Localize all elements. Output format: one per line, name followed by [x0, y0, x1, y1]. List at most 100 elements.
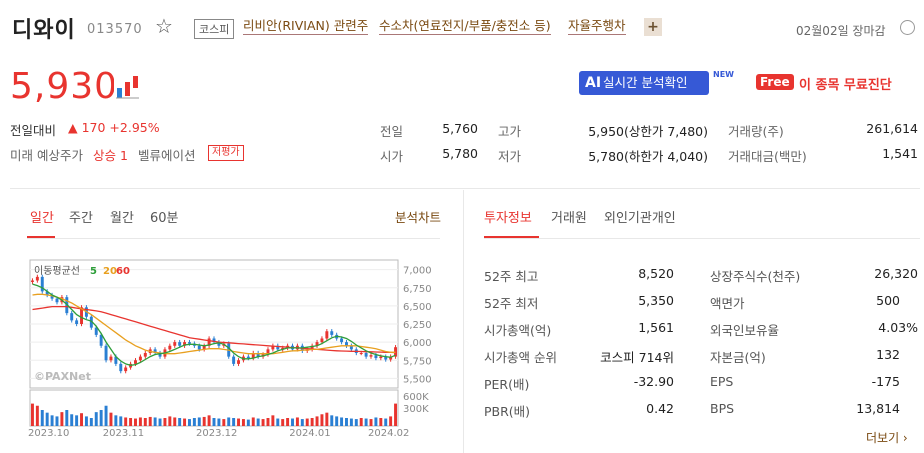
volume-bar [320, 414, 324, 426]
volume-bar [237, 418, 241, 426]
info-label: EPS [710, 374, 734, 389]
tab-monthly[interactable]: 월간 [110, 207, 134, 226]
tab-weekly[interactable]: 주간 [69, 207, 93, 226]
stock-code: 013570 [87, 22, 143, 37]
info-label: 액면가 [710, 296, 745, 311]
legend-label: 이동평균선 [34, 265, 80, 277]
volume-bar [187, 419, 191, 426]
candle-body [320, 338, 324, 343]
amount-value: 1,541 [882, 146, 918, 161]
x-tick-label: 2024.02 [368, 428, 409, 438]
refresh-icon[interactable] [900, 20, 915, 35]
future-price-value[interactable]: 상승 1 [93, 145, 128, 164]
candle-body [143, 353, 147, 357]
info-label: 52주 최고 [484, 269, 539, 284]
y-tick-label: 5,500 [403, 374, 432, 385]
volume-value: 261,614 [866, 121, 918, 136]
divider [27, 238, 440, 239]
theme-link-hydrogen[interactable]: 수소차(연료전지/부품/충전소 등) [379, 18, 551, 35]
candle-chart-icon[interactable] [114, 74, 140, 100]
volume-bar [286, 418, 290, 426]
info-label: PBR(배) [484, 404, 531, 419]
volume-bar [129, 418, 133, 426]
vertical-divider [463, 190, 464, 453]
add-theme-button[interactable]: + [644, 18, 662, 36]
future-price-label: 미래 예상주가 [10, 148, 83, 163]
free-badge[interactable]: Free [756, 74, 794, 90]
volume-bar [65, 410, 69, 426]
volume-bar [261, 419, 265, 426]
y-tick-label: 6,500 [403, 302, 432, 313]
volume-bar [104, 405, 108, 426]
info-label: 상장주식수(천주) [710, 269, 801, 284]
prev-close-value: 5,760 [442, 121, 478, 136]
volume-bar [212, 418, 216, 426]
volume-bar [256, 418, 260, 426]
volume-bar [354, 419, 358, 426]
low-value: 5,780(하한가 4,040) [588, 149, 708, 164]
amount-label: 거래대금(백만) [728, 149, 807, 164]
info-value: 0.42 [646, 401, 674, 416]
volume-bar [349, 418, 353, 426]
y-tick-label: 7,000 [403, 266, 432, 277]
candle-body [359, 353, 363, 354]
legend-ma-label: 60 [116, 266, 130, 277]
tab-60min[interactable]: 60분 [150, 207, 179, 226]
volume-bar [300, 419, 304, 426]
volume-bar [325, 412, 329, 426]
ai-analysis-button[interactable]: AI 실시간 분석확인 [579, 71, 709, 95]
analysis-chart-link[interactable]: 분석차트 [395, 207, 441, 226]
volume-bar [168, 416, 172, 426]
prev-close-label: 전일 [380, 124, 404, 139]
candle-body [30, 280, 34, 282]
y-tick-label: 6,250 [403, 320, 432, 331]
volume-bar [310, 418, 314, 426]
theme-link-autonomous[interactable]: 자율주행차 [568, 18, 626, 35]
info-label: 외국인보유율 [710, 323, 780, 338]
free-diagnosis-link[interactable]: 이 종목 무료진단 [799, 74, 892, 93]
x-tick-label: 2023.10 [28, 428, 69, 438]
tab-invest-info[interactable]: 투자정보 [484, 207, 532, 226]
volume-bar [305, 418, 309, 426]
theme-link-rivian[interactable]: 리비안(RIVIAN) 관련주 [243, 18, 369, 35]
volume-bar [379, 418, 383, 426]
volume-bar [60, 412, 64, 426]
candle-body [374, 355, 378, 359]
volume-bar [291, 418, 294, 426]
volume-bar [241, 419, 245, 426]
info-value: 1,561 [638, 320, 674, 335]
candle-body [369, 355, 373, 357]
volume-bar [222, 419, 226, 426]
volume-bar [143, 418, 147, 426]
current-price: 5,930 [10, 66, 119, 107]
volume-label: 거래량(주) [728, 124, 784, 139]
valuation-badge[interactable]: 저평가 [208, 145, 244, 161]
change-value: ▲ 170 +2.95% [68, 120, 160, 135]
x-tick-label: 2023.12 [196, 428, 237, 438]
market-badge: 코스피 [194, 19, 235, 39]
volume-tick-label: 600K [403, 392, 429, 403]
volume-bar [246, 419, 250, 426]
info-label: 자본금(억) [710, 350, 766, 365]
candle-body [104, 345, 108, 361]
more-link[interactable]: 더보기 › [866, 429, 908, 446]
volume-bar [232, 418, 236, 426]
favorite-star-icon[interactable]: ☆ [155, 14, 173, 38]
volume-bar [30, 403, 34, 426]
volume-bar [75, 415, 79, 426]
price-chart[interactable]: 7,000 6,750 6,500 6,250 6,000 5,750 5,500 600K3… [28, 258, 438, 438]
candle-body [168, 345, 172, 350]
info-value: -175 [871, 374, 900, 389]
tab-brokers[interactable]: 거래원 [551, 207, 587, 226]
candle-body [379, 356, 383, 359]
volume-bar [207, 415, 211, 426]
x-tick-label: 2023.11 [103, 428, 144, 438]
change-label: 전일대비 [10, 123, 57, 138]
candle-body [178, 342, 182, 346]
volume-bar [335, 416, 339, 426]
candle-body [364, 353, 368, 357]
tab-daily[interactable]: 일간 [30, 207, 54, 226]
volume-bar [50, 415, 54, 426]
candle-body [330, 331, 334, 335]
tab-foreign-institution[interactable]: 외인기관개인 [604, 207, 676, 226]
